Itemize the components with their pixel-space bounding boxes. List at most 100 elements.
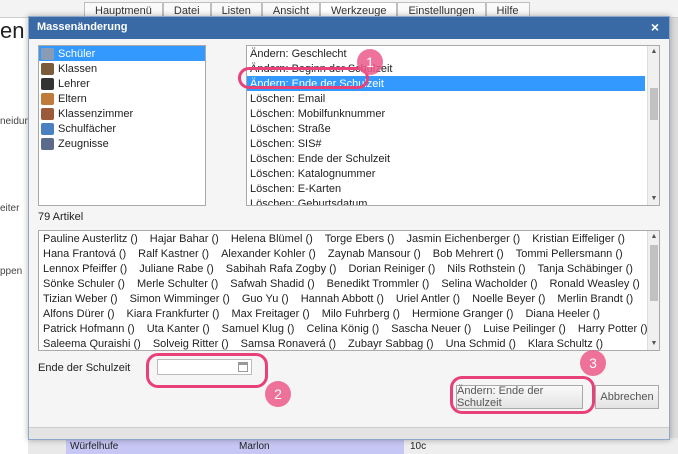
student-item[interactable]: Patrick Hofmann () (43, 323, 135, 335)
dialog-titlebar: Massenänderung × (29, 17, 669, 39)
student-item[interactable]: Hannah Abbott () (301, 293, 384, 305)
student-item[interactable]: Guo Yu () (242, 293, 289, 305)
type-item-parents[interactable]: Eltern (39, 91, 205, 106)
student-item[interactable]: Hajar Bahar () (150, 233, 219, 245)
type-item-subjects[interactable]: Schulfächer (39, 121, 205, 136)
action-item[interactable]: Löschen: Ende der Schulzeit (247, 151, 659, 166)
student-item[interactable]: Kristian Eiffeliger () (532, 233, 625, 245)
student-item[interactable]: Torge Ebers () (325, 233, 395, 245)
dialog-footer (29, 427, 669, 439)
student-item[interactable]: Jasmin Eichenberger () (406, 233, 520, 245)
action-list[interactable]: Ändern: Geschlecht Ändern: Beginn der Sch… (246, 45, 660, 206)
student-item[interactable]: Samsa Ronaverá () (241, 338, 336, 350)
student-item[interactable]: Simon Wimminger () (130, 293, 230, 305)
student-item[interactable]: Milo Fuhrberg () (322, 308, 400, 320)
record-type-list[interactable]: Schüler Klassen Lehrer Eltern Klassenzimmer S… (38, 45, 206, 206)
student-item[interactable]: Luise Peilinger () (483, 323, 566, 335)
student-item[interactable]: Samuel Klug () (222, 323, 295, 335)
type-item-class[interactable]: Klassen (39, 61, 205, 76)
close-icon[interactable]: × (651, 19, 659, 35)
type-item-classroom[interactable]: Klassenzimmer (39, 106, 205, 121)
student-item[interactable]: Hana Frantová () (43, 248, 126, 260)
type-item-label: Lehrer (58, 77, 90, 90)
student-item[interactable]: Una Schmid () (446, 338, 516, 350)
student-row: Sönke Schuler () Merle Schulter () Safwah … (39, 276, 659, 291)
student-item[interactable]: Pauline Austerlitz () (43, 233, 138, 245)
student-item[interactable]: Tommi Pellersmann () (516, 248, 623, 260)
student-item[interactable]: Selina Wacholder () (441, 278, 537, 290)
student-item[interactable]: Tizian Weber () (43, 293, 118, 305)
student-item[interactable]: Diana Heeler () (525, 308, 600, 320)
action-item[interactable]: Ändern: Beginn der Schulzeit (247, 61, 659, 76)
student-item[interactable]: Dorian Reiniger () (348, 263, 435, 275)
student-item[interactable]: Bob Mehrert () (433, 248, 504, 260)
action-list-scrollbar[interactable]: ▲ ▼ (647, 46, 659, 205)
student-item[interactable]: Max Freitager () (231, 308, 309, 320)
action-item[interactable]: Ändern: Geschlecht (247, 46, 659, 61)
subjects-icon (41, 122, 54, 135)
student-item[interactable]: Safwah Shadid () (230, 278, 314, 290)
student-item[interactable]: Alexander Kohler () (221, 248, 316, 260)
student-item[interactable]: Uriel Antler () (396, 293, 460, 305)
action-item[interactable]: Löschen: Mobilfunknummer (247, 106, 659, 121)
action-item[interactable]: Löschen: E-Karten (247, 181, 659, 196)
scrollbar-thumb[interactable] (650, 245, 658, 301)
end-of-school-date-input[interactable] (157, 359, 252, 375)
calendar-icon[interactable] (238, 362, 248, 372)
student-item[interactable]: Lennox Pfeiffer () (43, 263, 127, 275)
student-item[interactable]: Ronald Weasley () (550, 278, 640, 290)
student-item[interactable]: Sascha Neuer () (391, 323, 471, 335)
student-item[interactable]: Noelle Beyer () (472, 293, 545, 305)
type-item-label: Klassenzimmer (58, 107, 134, 120)
cancel-button[interactable]: Abbrechen (595, 385, 659, 409)
student-list[interactable]: Pauline Austerlitz () Hajar Bahar () Helen… (38, 230, 660, 351)
background-title: en (0, 18, 25, 43)
student-item[interactable]: Solveig Ritter () (153, 338, 229, 350)
student-item[interactable]: Sabihah Rafa Zogby () (226, 263, 337, 275)
student-item[interactable]: Benedikt Trommler () (327, 278, 430, 290)
student-item[interactable]: Zubayr Sabbag () (348, 338, 434, 350)
student-item[interactable]: Kiara Frankfurter () (127, 308, 220, 320)
student-item[interactable]: Ralf Kastner () (138, 248, 209, 260)
action-item[interactable]: Löschen: SIS# (247, 136, 659, 151)
action-item[interactable]: Löschen: Email (247, 91, 659, 106)
action-item[interactable]: Löschen: Katalognummer (247, 166, 659, 181)
student-item[interactable]: Tanja Schäbinger () (538, 263, 633, 275)
student-item[interactable]: Klara Schultz () (528, 338, 603, 350)
student-item[interactable]: Harry Potter () (578, 323, 648, 335)
student-item[interactable]: Juliane Rabe () (139, 263, 214, 275)
scrollbar-thumb[interactable] (650, 88, 658, 120)
scroll-down-icon[interactable]: ▼ (648, 338, 659, 350)
student-row: Tizian Weber () Simon Wimminger () Guo Yu … (39, 291, 659, 306)
student-list-scrollbar[interactable]: ▲ ▼ (647, 231, 659, 350)
student-item[interactable]: Alfons Dürer () (43, 308, 115, 320)
student-row: Patrick Hofmann () Uta Kanter () Samuel Kl… (39, 321, 659, 336)
background-cell: Marlon (239, 441, 270, 452)
type-item-teacher[interactable]: Lehrer (39, 76, 205, 91)
student-item[interactable]: Nils Rothstein () (447, 263, 525, 275)
action-item[interactable]: Ändern: Ende der Schulzeit (247, 76, 645, 91)
scroll-up-icon[interactable]: ▲ (648, 46, 659, 58)
apply-change-button[interactable]: Ändern: Ende der Schulzeit (456, 385, 583, 409)
action-item[interactable]: Löschen: Geburtsdatum (247, 196, 659, 206)
student-item[interactable]: Helena Blümel () (231, 233, 313, 245)
student-item[interactable]: Sönke Schuler () (43, 278, 125, 290)
student-item[interactable]: Merlin Brandt () (557, 293, 633, 305)
student-item[interactable]: Merle Schulter () (137, 278, 218, 290)
type-item-label: Schüler (58, 47, 96, 60)
student-item[interactable]: Saleema Quraishi () (43, 338, 141, 350)
scroll-up-icon[interactable]: ▲ (648, 231, 659, 243)
type-item-certificate[interactable]: Zeugnisse (39, 136, 205, 151)
scroll-down-icon[interactable]: ▼ (648, 193, 659, 205)
date-field-label: Ende der Schulzeit (38, 362, 131, 374)
background-side-text: neidun (0, 116, 31, 127)
type-item-student[interactable]: Schüler (39, 46, 205, 61)
student-item[interactable]: Celina König () (306, 323, 379, 335)
background-table-row: Würfelhufe Marlon (66, 440, 404, 454)
student-item[interactable]: Uta Kanter () (147, 323, 210, 335)
student-row: Pauline Austerlitz () Hajar Bahar () Helen… (39, 231, 659, 246)
student-item[interactable]: Hermione Granger () (412, 308, 513, 320)
student-item[interactable]: Zaynab Mansour () (328, 248, 421, 260)
teacher-icon (41, 77, 54, 90)
action-item[interactable]: Löschen: Straße (247, 121, 659, 136)
